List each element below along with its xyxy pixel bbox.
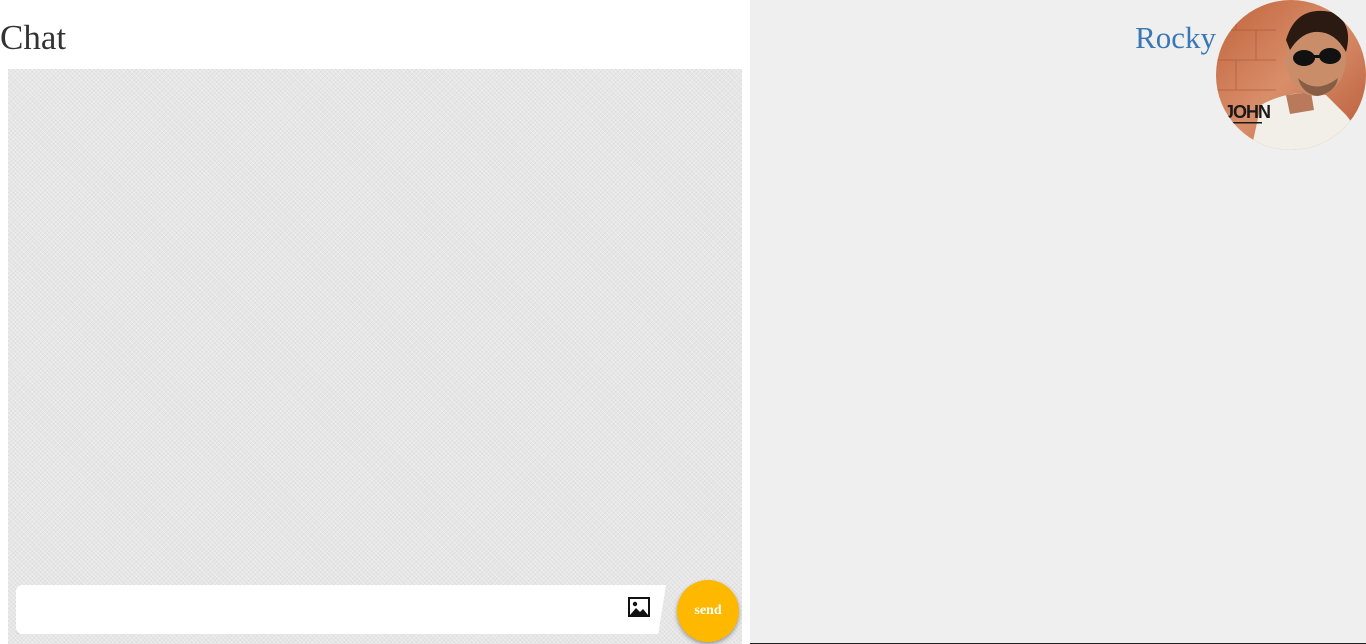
message-input[interactable] — [28, 593, 622, 627]
profile-panel: Rocky JOHN — [750, 0, 1366, 644]
image-icon[interactable] — [628, 597, 650, 617]
send-button[interactable]: send — [677, 580, 739, 642]
chat-messages-area[interactable] — [8, 69, 742, 644]
page: Chat send Rocky JOHN — [0, 0, 1366, 644]
user-name-link[interactable]: Rocky — [1135, 20, 1216, 56]
avatar-logo-text: JOHN — [1224, 102, 1270, 122]
avatar[interactable]: JOHN — [1216, 0, 1366, 150]
chat-panel: Chat send — [0, 0, 750, 644]
chat-title: Chat — [0, 18, 67, 57]
message-composer — [16, 585, 666, 634]
